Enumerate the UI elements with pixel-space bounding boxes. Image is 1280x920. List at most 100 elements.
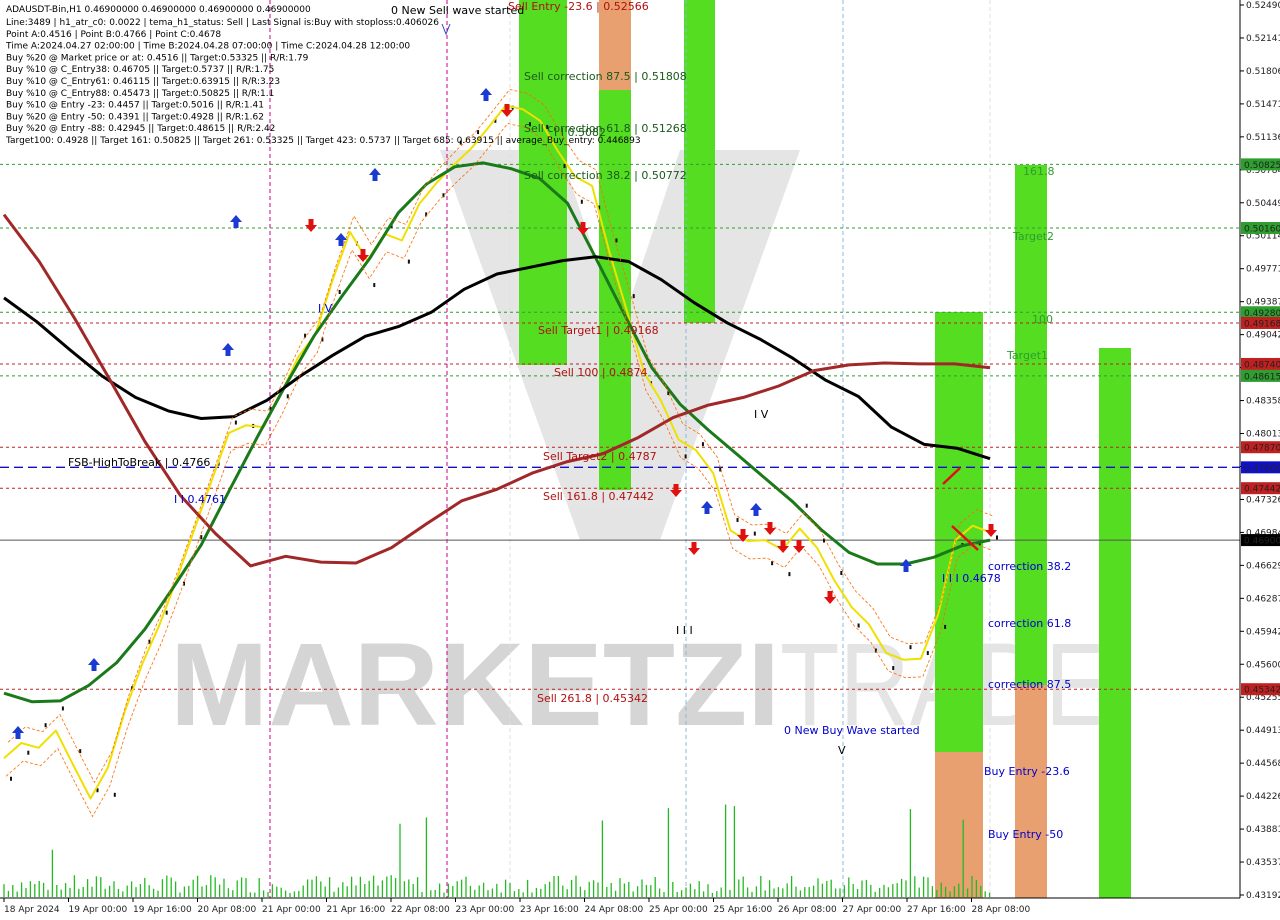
chart-annotation: Sell 161.8 | 0.47442 bbox=[543, 490, 654, 503]
chart-annotation: Target1 bbox=[1006, 349, 1048, 362]
x-tick-label: 21 Apr 16:00 bbox=[327, 905, 386, 915]
candle bbox=[477, 130, 480, 135]
y-tick-label: 0.46629 bbox=[1246, 561, 1280, 571]
x-tick-label: 27 Apr 00:00 bbox=[843, 905, 902, 915]
zone-rect bbox=[684, 0, 715, 323]
price-level-value: 0.46900 bbox=[1244, 537, 1280, 547]
candle bbox=[10, 776, 12, 781]
candle bbox=[580, 199, 583, 204]
candle bbox=[113, 792, 116, 797]
zone-rect bbox=[935, 752, 983, 898]
chart-annotation: V bbox=[838, 744, 846, 757]
symbol-header: ADAUSDT-Bin,H1 0.46900000 0.46900000 0.4… bbox=[6, 5, 311, 15]
candle bbox=[373, 283, 376, 288]
chart-annotation: Target2 bbox=[1012, 230, 1054, 243]
candle bbox=[684, 454, 687, 459]
info-line: Point A:0.4516 | Point B:0.4766 | Point … bbox=[6, 30, 221, 40]
x-tick-label: 22 Apr 08:00 bbox=[391, 905, 450, 915]
y-tick-label: 0.50449 bbox=[1246, 199, 1280, 209]
info-line: Buy %10 @ Entry -23: 0.4457 || Target:0.… bbox=[6, 101, 264, 111]
candle bbox=[165, 610, 168, 615]
y-tick-label: 0.44913 bbox=[1246, 726, 1280, 736]
chart-annotation: I I I bbox=[676, 624, 693, 637]
chart-annotation: correction 87.5 bbox=[988, 678, 1071, 691]
info-line: Line:3489 | h1_atr_c0: 0.0022 | tema_h1_… bbox=[6, 18, 439, 28]
candle bbox=[857, 623, 860, 628]
chart-annotation: I V bbox=[318, 302, 333, 315]
y-tick-label: 0.49042 bbox=[1246, 331, 1280, 341]
x-tick-label: 20 Apr 08:00 bbox=[198, 905, 257, 915]
candle bbox=[719, 467, 722, 472]
chart-annotation: 0 New Sell wave started bbox=[391, 4, 524, 17]
chart-annotation: Sell 100 | 0.4874 bbox=[554, 366, 648, 379]
candle bbox=[736, 517, 739, 522]
info-line: Buy %10 @ C_Entry88: 0.45473 || Target:0… bbox=[6, 89, 274, 99]
candle bbox=[27, 750, 30, 755]
price-level-value: 0.48615 bbox=[1244, 372, 1280, 382]
candle bbox=[753, 531, 756, 536]
chart-annotation: Sell Entry -23.6 | 0.52566 bbox=[508, 0, 649, 13]
chart-annotation: FSB-HighToBreak | 0.4766 bbox=[68, 456, 210, 469]
candle bbox=[407, 259, 410, 264]
candle bbox=[44, 723, 47, 728]
chart-annotation: 100 bbox=[1032, 313, 1053, 326]
price-level-value: 0.47442 bbox=[1244, 485, 1280, 495]
price-level-value: 0.47660 bbox=[1244, 464, 1280, 474]
info-line: Target100: 0.4928 || Target 161: 0.50825… bbox=[5, 136, 641, 146]
y-tick-label: 0.46287 bbox=[1246, 594, 1280, 604]
chart-annotation: Buy Entry -23.6 bbox=[984, 765, 1070, 778]
chart-annotation: Sell Target2 | 0.4787 bbox=[543, 450, 657, 463]
x-tick-label: 28 Apr 08:00 bbox=[972, 905, 1031, 915]
y-tick-label: 0.51471 bbox=[1246, 100, 1280, 110]
y-tick-label: 0.43537 bbox=[1246, 858, 1280, 868]
chart-annotation: I I I 0.4678 bbox=[942, 572, 1001, 585]
info-line: Time A:2024.04.27 02:00:00 | Time B:2024… bbox=[5, 42, 410, 52]
info-line: Buy %20 @ Entry -50: 0.4391 || Target:0.… bbox=[6, 112, 264, 122]
svg-text:MARKETZI: MARKETZI bbox=[170, 619, 780, 751]
zone-rect bbox=[1099, 348, 1131, 898]
candle bbox=[701, 442, 704, 447]
price-level-value: 0.50825 bbox=[1244, 161, 1280, 171]
candle bbox=[996, 535, 998, 540]
info-line: Buy %20 @ Market price or at: 0.4516 || … bbox=[6, 53, 309, 63]
chart-annotation: 161.8 bbox=[1023, 165, 1055, 178]
candle bbox=[771, 561, 774, 566]
trading-chart[interactable]: MARKETZI TRADE 0 New Sell wave startedSe… bbox=[0, 0, 1280, 920]
x-tick-label: 23 Apr 00:00 bbox=[456, 905, 515, 915]
y-tick-label: 0.49771 bbox=[1246, 265, 1280, 275]
candle bbox=[840, 571, 843, 576]
candle bbox=[926, 651, 929, 656]
price-level-value: 0.45342 bbox=[1244, 686, 1280, 696]
candle bbox=[788, 572, 791, 577]
y-tick-label: 0.44226 bbox=[1246, 792, 1280, 802]
y-tick-label: 0.51806 bbox=[1246, 67, 1280, 77]
zone-rect bbox=[1015, 685, 1047, 898]
zone-rect bbox=[1015, 165, 1047, 685]
zone-rect bbox=[599, 90, 631, 490]
y-tick-label: 0.49387 bbox=[1246, 298, 1280, 308]
chart-annotation: correction 61.8 bbox=[988, 617, 1071, 630]
chart-annotation: I V bbox=[754, 408, 769, 421]
y-tick-label: 0.45600 bbox=[1246, 660, 1280, 670]
candle bbox=[234, 420, 237, 425]
y-tick-label: 0.51136 bbox=[1246, 133, 1280, 143]
candle bbox=[892, 666, 895, 671]
chart-annotation: I I 0.4761 bbox=[174, 493, 226, 506]
x-tick-label: 26 Apr 08:00 bbox=[778, 905, 837, 915]
chart-annotation: correction 38.2 bbox=[988, 560, 1071, 573]
candle bbox=[338, 290, 341, 295]
chart-annotation: Buy Entry -50 bbox=[988, 828, 1063, 841]
y-tick-label: 0.52141 bbox=[1246, 34, 1280, 44]
info-line: Buy %20 @ Entry -88: 0.42945 || Target:0… bbox=[6, 124, 275, 134]
price-level-value: 0.49168 bbox=[1244, 319, 1280, 329]
y-tick-label: 0.48013 bbox=[1246, 430, 1280, 440]
chart-annotation: 0 New Buy Wave started bbox=[784, 724, 920, 737]
x-tick-label: 18 Apr 2024 bbox=[4, 905, 60, 915]
candle bbox=[909, 645, 912, 650]
x-tick-label: 25 Apr 16:00 bbox=[714, 905, 773, 915]
chart-annotation: Sell correction 87.5 | 0.51808 bbox=[524, 70, 687, 83]
chart-annotation: Sell Target1 | 0.49168 bbox=[538, 324, 659, 337]
y-tick-label: 0.48358 bbox=[1246, 397, 1280, 407]
y-tick-label: 0.43881 bbox=[1246, 825, 1280, 835]
price-level-value: 0.48740 bbox=[1244, 360, 1280, 370]
